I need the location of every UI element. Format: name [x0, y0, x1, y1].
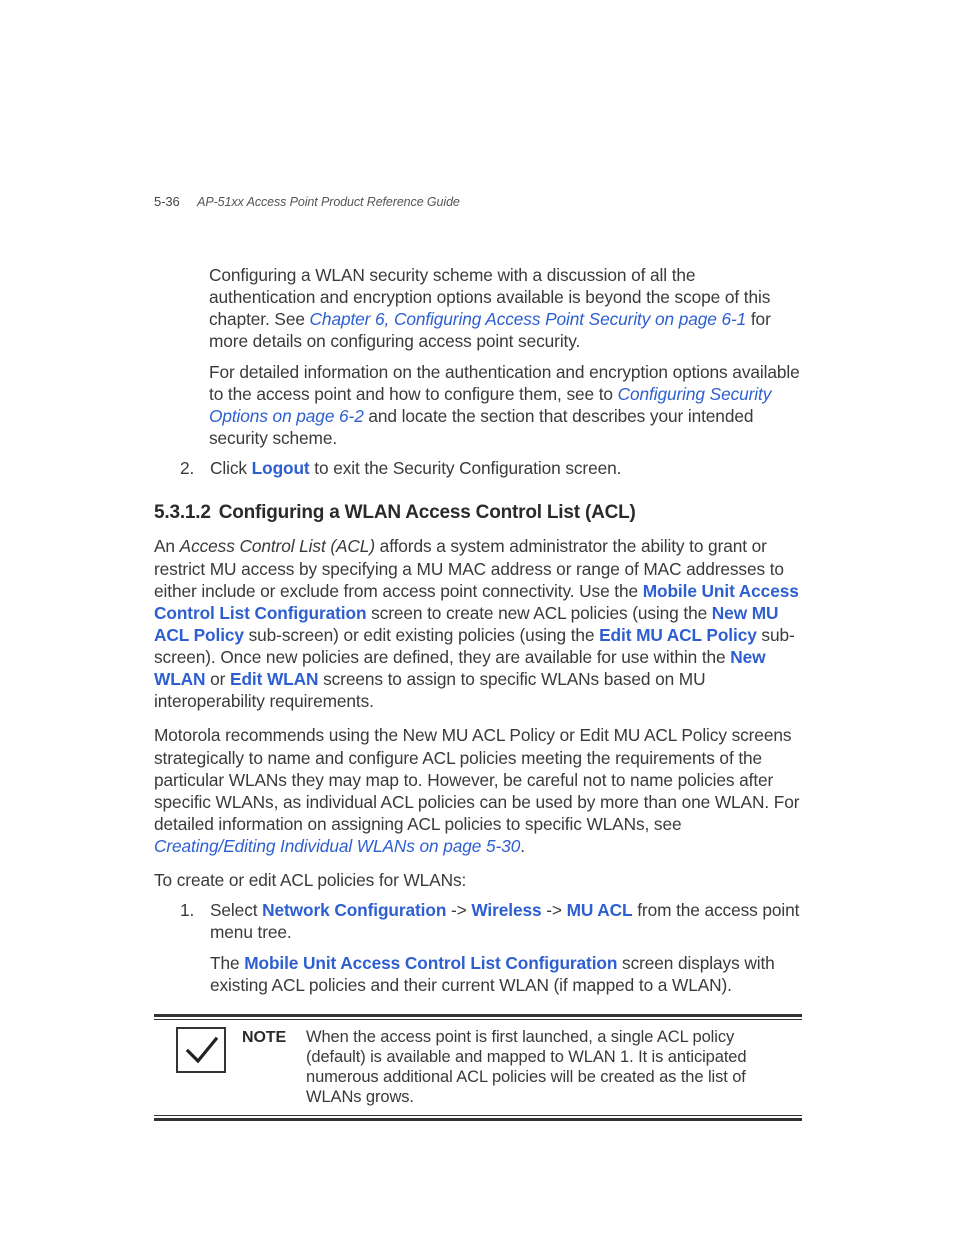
text: An: [154, 536, 180, 556]
logout-label: Logout: [252, 458, 310, 478]
text: Motorola recommends using the New MU ACL…: [154, 725, 799, 834]
text: or: [205, 669, 230, 689]
note-label: NOTE: [242, 1027, 290, 1048]
screen-name: Edit MU ACL Policy: [599, 625, 757, 645]
screen-name: Edit WLAN: [230, 669, 318, 689]
step-1: 1. Select Network Configuration -> Wirel…: [180, 899, 802, 996]
acl-term: Access Control List (ACL): [180, 536, 375, 556]
text: Select: [210, 900, 262, 920]
menu-item: Network Configuration: [262, 900, 446, 920]
text: ->: [446, 900, 471, 920]
note-block: NOTE When the access point is first laun…: [154, 1014, 802, 1122]
menu-item: Wireless: [471, 900, 541, 920]
acl-paragraph-1: An Access Control List (ACL) affords a s…: [154, 535, 802, 712]
link-chapter-6[interactable]: Chapter 6, Configuring Access Point Secu…: [310, 309, 747, 329]
page-number: 5-36: [154, 194, 180, 209]
step-body: Select Network Configuration -> Wireless…: [210, 899, 802, 996]
menu-item: MU ACL: [567, 900, 633, 920]
intro-paragraph-2: For detailed information on the authenti…: [209, 361, 802, 450]
page-content: Configuring a WLAN security scheme with …: [154, 264, 802, 1121]
text: .: [520, 836, 525, 856]
section-heading: 5.3.1.2 Configuring a WLAN Access Control…: [154, 501, 802, 525]
step-number: 2.: [180, 457, 210, 479]
running-header: 5-36 AP-51xx Access Point Product Refere…: [154, 194, 460, 209]
doc-title: AP-51xx Access Point Product Reference G…: [197, 195, 460, 209]
link-creating-wlans[interactable]: Creating/Editing Individual WLANs on pag…: [154, 836, 520, 856]
text: to exit the Security Configuration scree…: [310, 458, 622, 478]
step-body: Click Logout to exit the Security Config…: [210, 457, 621, 479]
acl-paragraph-2: Motorola recommends using the New MU ACL…: [154, 724, 802, 857]
section-title: Configuring a WLAN Access Control List (…: [219, 502, 636, 523]
step-2: 2. Click Logout to exit the Security Con…: [180, 457, 802, 479]
step-number: 1.: [180, 899, 210, 996]
section-number: 5.3.1.2: [154, 502, 211, 523]
text: Click: [210, 458, 252, 478]
note-text: When the access point is first launched,…: [306, 1027, 802, 1108]
screen-name: Mobile Unit Access Control List Configur…: [244, 953, 617, 973]
text: screen to create new ACL policies (using…: [366, 603, 711, 623]
acl-paragraph-3: To create or edit ACL policies for WLANs…: [154, 869, 802, 891]
text: sub-screen) or edit existing policies (u…: [244, 625, 599, 645]
text: ->: [542, 900, 567, 920]
page: 5-36 AP-51xx Access Point Product Refere…: [0, 0, 954, 1235]
text: The: [210, 953, 244, 973]
checkmark-icon: [176, 1027, 226, 1073]
intro-paragraph-1: Configuring a WLAN security scheme with …: [209, 264, 802, 353]
